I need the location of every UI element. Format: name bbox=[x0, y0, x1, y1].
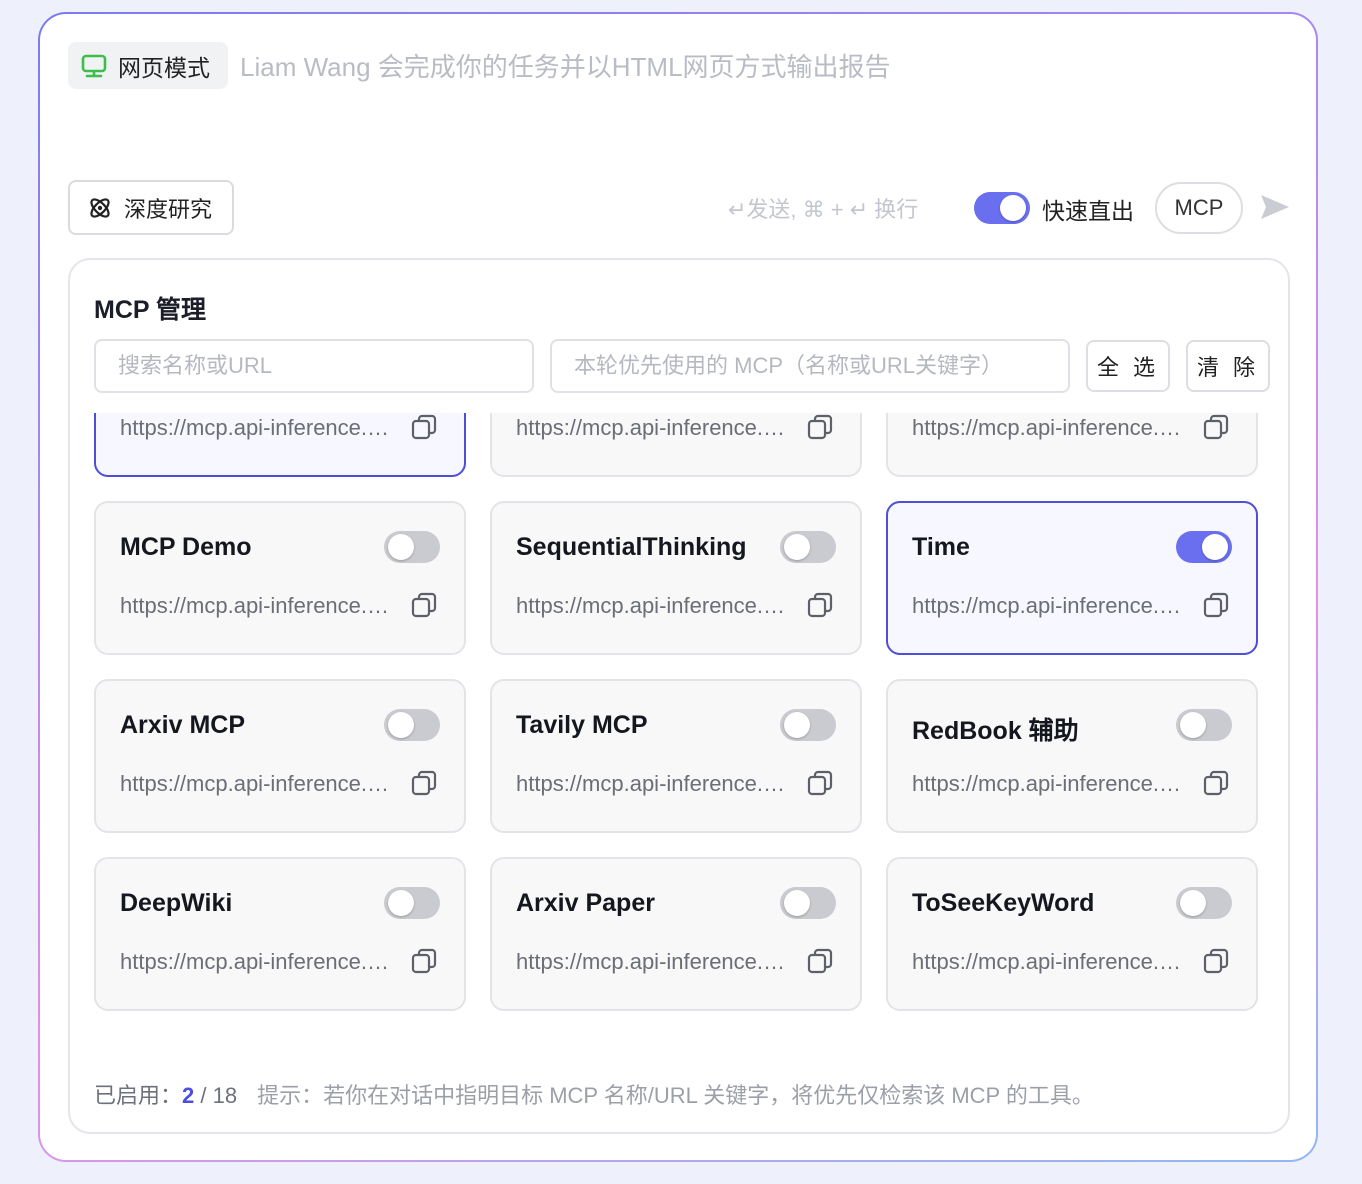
mcp-card[interactable]: ToSeeKeyWord https://mcp.api-inference.mo… bbox=[886, 857, 1258, 1011]
enabled-count: 2 bbox=[182, 1083, 195, 1108]
composer: 网页模式 Liam Wang 会完成你的任务并以HTML网页方式输出报告 深度研… bbox=[40, 14, 1316, 1160]
mcp-card[interactable]: https://mcp.api-inference.modelscope.net… bbox=[490, 413, 862, 477]
copy-icon[interactable] bbox=[410, 947, 438, 975]
deep-research-label: 深度研究 bbox=[124, 196, 213, 222]
mcp-card-name: RedBook 辅助 bbox=[912, 717, 1079, 745]
mcp-button[interactable]: MCP bbox=[1155, 182, 1243, 234]
mcp-card[interactable]: Tavily MCP https://mcp.api-inference.mode… bbox=[490, 679, 862, 833]
copy-icon[interactable] bbox=[410, 591, 438, 619]
mcp-card-url: https://mcp.api-inference.modelscope.net… bbox=[912, 949, 1184, 974]
copy-icon[interactable] bbox=[1202, 413, 1230, 441]
mcp-card-url: https://mcp.api-inference.modelscope.net… bbox=[912, 593, 1184, 618]
mcp-card-name: ToSeeKeyWord bbox=[912, 889, 1095, 917]
send-shortcut-hint: ↵发送, ⌘ + ↵ 换行 bbox=[728, 197, 919, 222]
panel-footer: 已启用：2 / 18 提示：若你在对话中指明目标 MCP 名称/URL 关键字，将… bbox=[94, 1078, 1094, 1110]
mcp-card[interactable]: https://mcp.api-inference.modelscope.net… bbox=[886, 413, 1258, 477]
mcp-card-url: https://mcp.api-inference.modelscope.net… bbox=[516, 593, 788, 618]
mcp-card-url: https://mcp.api-inference.modelscope.net… bbox=[120, 949, 392, 974]
mcp-enable-toggle[interactable] bbox=[384, 887, 440, 919]
mcp-card-grid: https://mcp.api-inference.modelscope.net… bbox=[94, 413, 1258, 1011]
monitor-icon bbox=[81, 54, 107, 77]
copy-icon[interactable] bbox=[806, 591, 834, 619]
mcp-enable-toggle[interactable] bbox=[1176, 887, 1232, 919]
mcp-card-name: Tavily MCP bbox=[516, 711, 648, 739]
send-icon[interactable] bbox=[1258, 192, 1292, 222]
mcp-card-url: https://mcp.api-inference.modelscope.net… bbox=[120, 771, 392, 796]
copy-icon[interactable] bbox=[806, 947, 834, 975]
mcp-card-url: https://mcp.api-inference.modelscope.net… bbox=[516, 949, 788, 974]
mcp-search-input[interactable] bbox=[94, 339, 534, 393]
mcp-card-name: Arxiv Paper bbox=[516, 889, 655, 917]
web-mode-chip[interactable]: 网页模式 bbox=[68, 42, 228, 89]
mcp-card[interactable]: MCP Demo https://mcp.api-inference.models… bbox=[94, 501, 466, 655]
usage-hint: 提示：若你在对话中指明目标 MCP 名称/URL 关键字，将优先仅检索该 MCP… bbox=[257, 1083, 1094, 1108]
fast-mode-toggle[interactable] bbox=[974, 192, 1030, 224]
mcp-card-name: DeepWiki bbox=[120, 889, 233, 917]
select-all-button[interactable]: 全 选 bbox=[1086, 340, 1170, 392]
mcp-card-name: SequentialThinking bbox=[516, 533, 747, 561]
mcp-card-name: MCP Demo bbox=[120, 533, 252, 561]
copy-icon[interactable] bbox=[806, 769, 834, 797]
copy-icon[interactable] bbox=[1202, 591, 1230, 619]
prompt-input[interactable]: Liam Wang 会完成你的任务并以HTML网页方式输出报告 bbox=[240, 47, 891, 84]
mcp-card-url: https://mcp.api-inference.modelscope.net… bbox=[120, 415, 392, 440]
mcp-card-url: https://mcp.api-inference.modelscope.net… bbox=[120, 593, 392, 618]
total-count: / 18 bbox=[194, 1083, 238, 1108]
mcp-management-panel: MCP 管理 全 选 清 除 https://mcp.api-inference… bbox=[68, 258, 1290, 1134]
mcp-card-name: Arxiv MCP bbox=[120, 711, 246, 739]
mcp-card-url: https://mcp.api-inference.modelscope.net… bbox=[516, 415, 788, 440]
mcp-enable-toggle[interactable] bbox=[1176, 709, 1232, 741]
mcp-card[interactable]: Arxiv MCP https://mcp.api-inference.model… bbox=[94, 679, 466, 833]
mcp-enable-toggle[interactable] bbox=[384, 531, 440, 563]
fast-mode-label: 快速直出 bbox=[1042, 198, 1134, 224]
enabled-label: 已启用： bbox=[94, 1083, 183, 1108]
mcp-card[interactable]: Time https://mcp.api-inference.modelscope… bbox=[886, 501, 1258, 655]
mcp-card[interactable]: Arxiv Paper https://mcp.api-inference.mod… bbox=[490, 857, 862, 1011]
composer-frame: 网页模式 Liam Wang 会完成你的任务并以HTML网页方式输出报告 深度研… bbox=[38, 12, 1318, 1162]
mcp-enable-toggle[interactable] bbox=[780, 531, 836, 563]
atom-icon bbox=[90, 197, 110, 218]
copy-icon[interactable] bbox=[1202, 947, 1230, 975]
mcp-card-name: Time bbox=[912, 533, 970, 561]
clear-button[interactable]: 清 除 bbox=[1186, 340, 1270, 392]
mcp-card[interactable]: DeepWiki https://mcp.api-inference.models… bbox=[94, 857, 466, 1011]
mcp-card-list[interactable]: https://mcp.api-inference.modelscope.net… bbox=[70, 413, 1288, 1050]
mcp-card-url: https://mcp.api-inference.modelscope.net… bbox=[912, 415, 1184, 440]
mcp-card-url: https://mcp.api-inference.modelscope.net… bbox=[912, 771, 1184, 796]
copy-icon[interactable] bbox=[1202, 769, 1230, 797]
copy-icon[interactable] bbox=[410, 769, 438, 797]
mcp-enable-toggle[interactable] bbox=[1176, 531, 1232, 563]
mcp-card[interactable]: RedBook 辅助 https://mcp.api-inference.mode… bbox=[886, 679, 1258, 833]
mcp-card[interactable]: https://mcp.api-inference.modelscope.net… bbox=[94, 413, 466, 477]
copy-icon[interactable] bbox=[806, 413, 834, 441]
deep-research-button[interactable]: 深度研究 bbox=[68, 180, 234, 235]
preferred-mcp-input[interactable] bbox=[550, 339, 1070, 393]
web-mode-label: 网页模式 bbox=[118, 54, 210, 81]
mcp-card[interactable]: SequentialThinking https://mcp.api-infere… bbox=[490, 501, 862, 655]
copy-icon[interactable] bbox=[410, 413, 438, 441]
mcp-card-url: https://mcp.api-inference.modelscope.net… bbox=[516, 771, 788, 796]
mcp-enable-toggle[interactable] bbox=[780, 887, 836, 919]
mcp-enable-toggle[interactable] bbox=[384, 709, 440, 741]
panel-title: MCP 管理 bbox=[94, 296, 207, 324]
mcp-enable-toggle[interactable] bbox=[780, 709, 836, 741]
